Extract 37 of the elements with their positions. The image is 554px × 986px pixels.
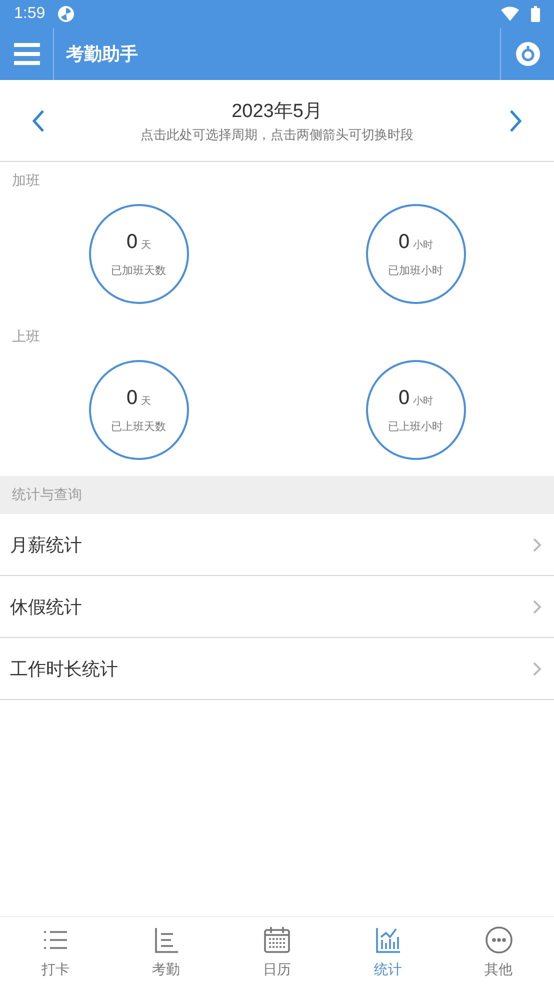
app-notification-icon (57, 5, 76, 23)
stat-value: 0 (398, 386, 410, 408)
section-title: 统计与查询 (12, 486, 82, 504)
group-label: 上班 (11, 328, 41, 347)
wifi-icon (501, 6, 519, 22)
nav-tab[interactable]: 打卡 (0, 917, 111, 986)
nav-tab[interactable]: 统计 (332, 917, 444, 986)
calendar-icon (262, 924, 292, 954)
more-icon (484, 924, 514, 954)
stat-value: 0 (398, 230, 410, 252)
app-title: 考勤助手 (66, 43, 139, 66)
chevron-right-icon (532, 598, 542, 614)
period-selector[interactable]: 2023年5月 点击此处可选择周期，点击两侧箭头可切换时段 (76, 98, 478, 144)
menu-icon (14, 43, 40, 65)
group-label: 加班 (11, 172, 41, 191)
chevron-right-icon (532, 660, 542, 676)
stat-unit: 天 (141, 394, 152, 408)
battery-icon (531, 6, 540, 22)
stat-value: 0 (126, 230, 138, 252)
stat-unit: 天 (141, 238, 152, 252)
period-title: 2023年5月 (232, 100, 322, 124)
chevron-right-icon (509, 108, 523, 132)
stat-caption: 已上班小时 (388, 418, 443, 434)
stat-caption: 已上班天数 (111, 418, 166, 434)
chevron-right-icon (532, 536, 542, 552)
nav-tab[interactable]: 其他 (443, 917, 554, 986)
nav-tab[interactable]: 日历 (222, 917, 332, 986)
stat-value: 0 (126, 386, 138, 408)
settings-icon (514, 41, 540, 67)
status-time: 1:59 (14, 5, 46, 23)
nav-tab[interactable]: 考勤 (110, 917, 222, 986)
stat-caption: 已加班天数 (111, 262, 166, 278)
stat-unit: 小时 (413, 238, 434, 252)
stat-unit: 小时 (413, 394, 434, 408)
stat-caption: 已加班小时 (388, 262, 443, 278)
chevron-left-icon (31, 108, 45, 132)
period-hint: 点击此处可选择周期，点击两侧箭头可切换时段 (140, 126, 414, 144)
